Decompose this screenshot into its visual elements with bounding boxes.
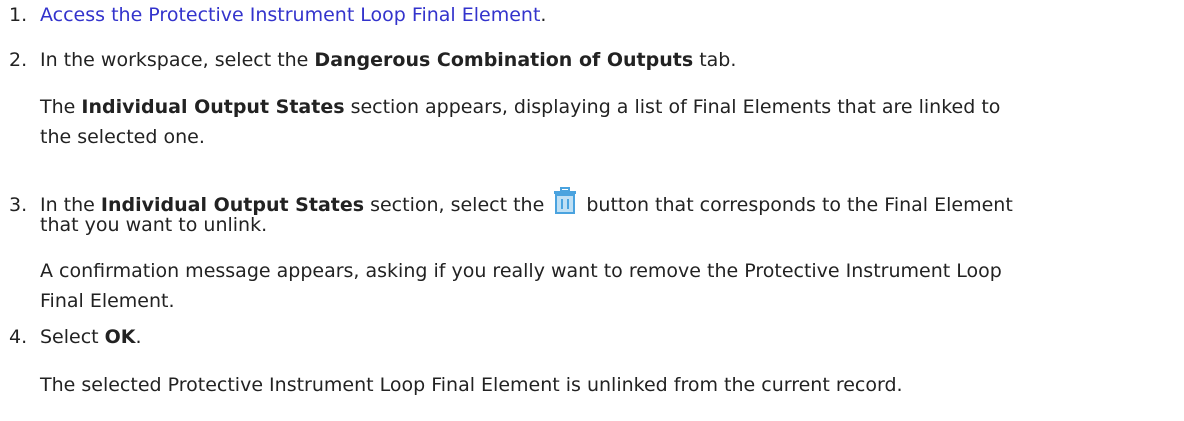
- access-link[interactable]: Access the Protective Instrument Loop Fi…: [40, 4, 540, 26]
- step-2: 2. In the workspace, select the Dangerous…: [0, 47, 736, 73]
- step-number: 1.: [9, 4, 28, 26]
- step-2-text-after: tab.: [693, 49, 737, 71]
- step-3-line2: that you want to unlink.: [40, 214, 268, 236]
- step-1: 1. Access the Protective Instrument Loop …: [0, 2, 546, 28]
- trash-icon: [552, 187, 578, 215]
- step-3-text-middle: section, select the: [364, 194, 551, 216]
- procedure-steps: 1. Access the Protective Instrument Loop …: [0, 0, 1184, 421]
- step-2-tab-name: Dangerous Combination of Outputs: [314, 49, 694, 71]
- step-2-text-before: In the workspace, select the: [40, 49, 315, 71]
- step-2-result-line1: The Individual Output States section app…: [40, 92, 1000, 122]
- step-number: 4.: [9, 326, 28, 348]
- step-2-result-after: section appears, displaying a list of Fi…: [344, 96, 1001, 118]
- step-1-period: .: [540, 4, 547, 26]
- step-3-result-line2: Final Element.: [40, 290, 175, 312]
- step-2-result-line2: the selected one.: [40, 126, 205, 148]
- step-4: 4. Select OK.: [0, 324, 142, 350]
- step-4-result: The selected Protective Instrument Loop …: [40, 374, 903, 396]
- step-2-result-section: Individual Output States: [81, 96, 345, 118]
- step-4-text-before: Select: [40, 326, 105, 348]
- step-number: 2.: [9, 49, 28, 71]
- ok-label: OK: [104, 326, 136, 348]
- step-2-result-before: The: [40, 96, 82, 118]
- step-3-result-line1: A confirmation message appears, asking i…: [40, 260, 1002, 282]
- step-4-period: .: [135, 326, 142, 348]
- step-3-text-after: button that corresponds to the Final Ele…: [580, 194, 1013, 216]
- step-number: 3.: [9, 194, 28, 216]
